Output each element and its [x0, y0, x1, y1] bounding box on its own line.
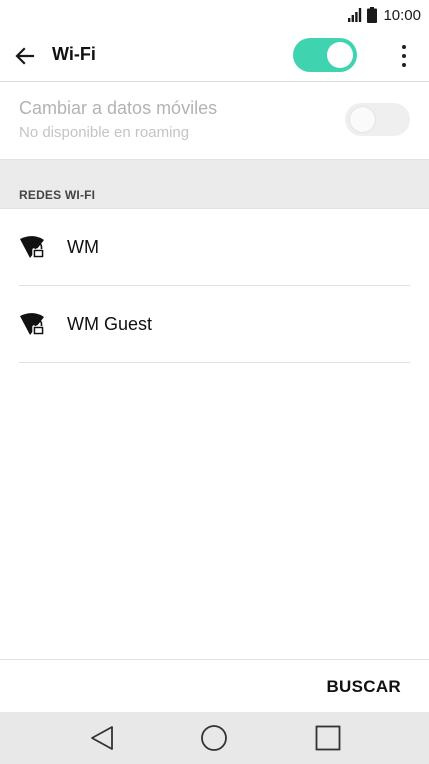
nav-home-icon — [201, 725, 227, 751]
back-button[interactable] — [8, 40, 42, 72]
bottom-action-bar: BUSCAR — [0, 659, 429, 712]
nav-home-button[interactable] — [199, 723, 229, 753]
wifi-master-toggle[interactable] — [293, 38, 357, 72]
network-list: WM WM Guest — [0, 209, 429, 363]
status-icons: 10:00 — [347, 5, 421, 25]
wifi-lock-icon — [20, 236, 45, 259]
more-options-button[interactable] — [393, 40, 415, 72]
section-label: REDES WI-FI — [19, 188, 96, 202]
mobile-data-switch-toggle — [345, 103, 410, 136]
nav-back-button[interactable] — [87, 723, 117, 753]
network-name: WM — [67, 237, 99, 257]
page-title: Wi-Fi — [52, 44, 96, 64]
wifi-lock-icon — [20, 313, 45, 336]
section-header: REDES WI-FI — [0, 159, 429, 209]
nav-recents-icon — [315, 725, 341, 751]
network-item-wm[interactable]: WM — [0, 209, 429, 286]
mobile-data-switch-title: Cambiar a datos móviles — [19, 98, 218, 118]
nav-back-icon — [91, 726, 113, 750]
signal-icon — [348, 8, 362, 22]
more-vert-icon — [402, 45, 406, 49]
divider — [19, 362, 410, 363]
network-name: WM Guest — [67, 314, 153, 334]
navigation-bar — [0, 712, 429, 764]
scan-button[interactable]: BUSCAR — [326, 677, 401, 697]
mobile-data-switch-row: Cambiar a datos móviles No disponible en… — [0, 83, 429, 159]
mobile-data-switch-subtitle: No disponible en roaming — [19, 124, 190, 141]
nav-recents-button[interactable] — [313, 723, 343, 753]
toggle-knob — [350, 107, 375, 132]
arrow-left-icon — [15, 47, 35, 65]
app-bar: Wi-Fi — [0, 30, 429, 82]
wifi-settings-screen: 10:00 Wi-Fi Cambiar a datos móviles No d… — [0, 0, 429, 764]
network-item-wm-guest[interactable]: WM Guest — [0, 286, 429, 363]
status-time: 10:00 — [383, 6, 421, 24]
battery-icon — [367, 7, 378, 23]
toggle-knob — [327, 42, 353, 68]
status-bar: 10:00 — [0, 0, 429, 30]
